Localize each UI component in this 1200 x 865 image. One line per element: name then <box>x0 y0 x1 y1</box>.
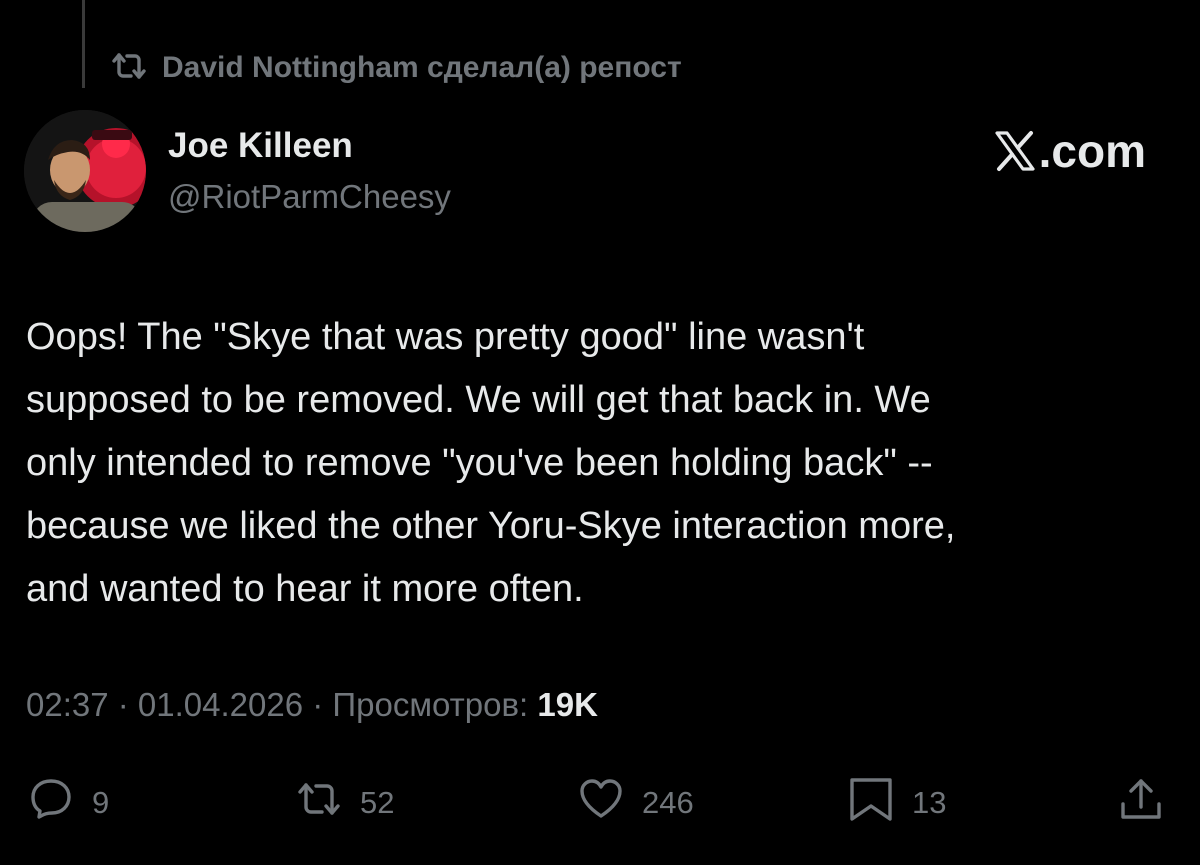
action-bar: 9 52 246 13 <box>0 770 1200 836</box>
share-icon <box>1118 776 1164 830</box>
meta-separator: · <box>303 686 333 723</box>
tweet-time[interactable]: 02:37 <box>26 686 109 723</box>
x-logo-icon <box>995 131 1035 171</box>
views-count: 19K <box>537 686 598 723</box>
tweet-line: and wanted to hear it more often. <box>26 568 584 610</box>
repost-icon <box>296 776 342 830</box>
tweet-screenshot: David Nottingham сделал(а) репост Joe Ki… <box>0 0 1200 865</box>
tweet-date[interactable]: 01.04.2026 <box>138 686 303 723</box>
tweet-meta: 02:37 · 01.04.2026 · Просмотров: 19K <box>26 686 598 724</box>
like-button[interactable]: 246 <box>578 770 694 836</box>
reply-icon <box>28 776 74 830</box>
views-label: Просмотров: <box>332 686 529 723</box>
repost-icon <box>110 51 148 86</box>
tweet-line: Oops! The "Skye that was pretty good" li… <box>26 316 865 358</box>
like-count: 246 <box>642 785 694 820</box>
tweet-line: supposed to be removed. We will get that… <box>26 379 931 421</box>
repost-button[interactable]: 52 <box>296 770 394 836</box>
bookmark-count: 13 <box>912 785 947 820</box>
bookmark-icon <box>848 776 894 830</box>
reply-button[interactable]: 9 <box>28 770 109 836</box>
avatar[interactable] <box>24 110 146 232</box>
repost-indicator[interactable]: David Nottingham сделал(а) репост <box>110 48 682 88</box>
meta-separator: · <box>108 686 138 723</box>
share-button[interactable] <box>1118 770 1164 836</box>
heart-icon <box>578 776 624 830</box>
watermark-text: .com <box>1038 125 1146 177</box>
thread-line <box>82 0 85 88</box>
repost-label: David Nottingham сделал(а) репост <box>162 51 682 84</box>
repost-count: 52 <box>360 785 395 820</box>
tweet-body: Oops! The "Skye that was pretty good" li… <box>26 306 1186 621</box>
author-display-name[interactable]: Joe Killeen <box>168 126 353 166</box>
bookmark-button[interactable]: 13 <box>848 770 946 836</box>
author-handle[interactable]: @RiotParmCheesy <box>168 178 451 216</box>
reply-count: 9 <box>92 785 110 820</box>
x-com-watermark: .com <box>993 124 1146 178</box>
tweet-line: because we liked the other Yoru-Skye int… <box>26 505 956 547</box>
tweet-line: only intended to remove "you've been hol… <box>26 442 933 484</box>
